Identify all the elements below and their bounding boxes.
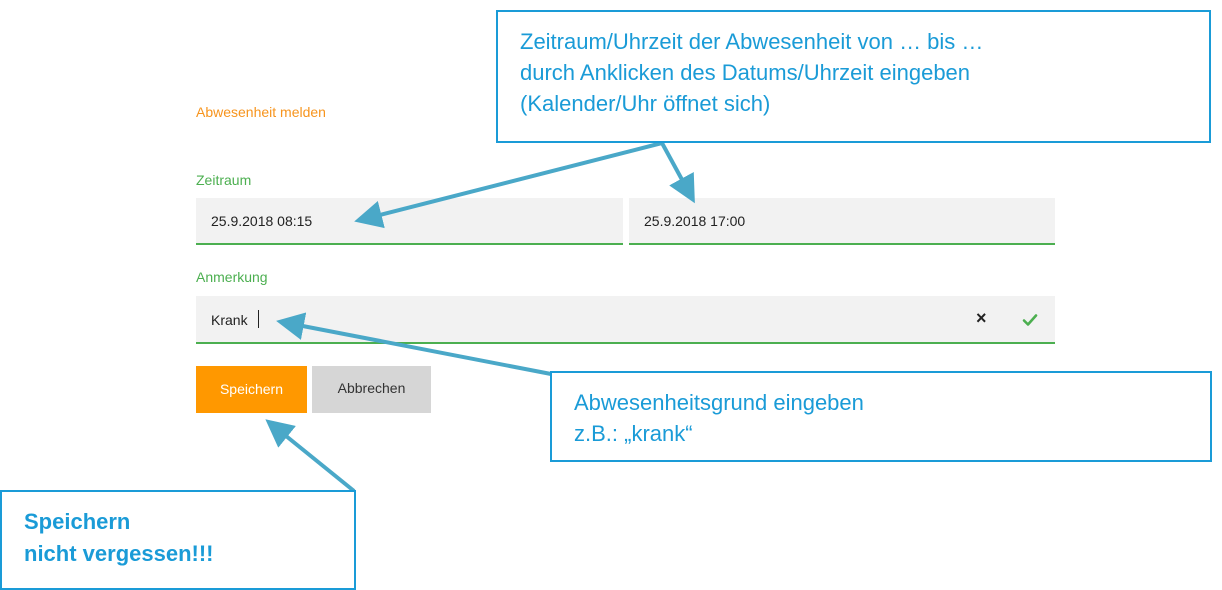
date-to-field[interactable]: 25.9.2018 17:00 (629, 198, 1055, 245)
date-from-value: 25.9.2018 08:15 (211, 213, 313, 229)
zeitraum-label: Zeitraum (196, 172, 252, 188)
anmerkung-label: Anmerkung (196, 269, 268, 285)
callout-text-line: z.B.: „krank“ (574, 421, 693, 446)
close-icon[interactable]: × (976, 308, 987, 329)
callout-date-instructions: Zeitraum/Uhrzeit der Abwesenheit von … b… (496, 10, 1211, 143)
callout-text-line: Zeitraum/Uhrzeit der Abwesenheit von … b… (520, 29, 984, 54)
checkmark-icon[interactable] (1022, 312, 1038, 328)
callout-text-line: durch Anklicken des Datums/Uhrzeit einge… (520, 60, 971, 85)
arrow-to-date-to (660, 142, 695, 204)
text-caret (258, 310, 259, 328)
cancel-button[interactable]: Abbrechen (312, 366, 431, 413)
form-title: Abwesenheit melden (196, 104, 326, 120)
arrow-to-save (265, 419, 356, 493)
callout-text-line: Abwesenheitsgrund eingeben (574, 390, 864, 415)
note-input[interactable]: Krank × (196, 296, 1055, 344)
save-button[interactable]: Speichern (196, 366, 307, 413)
callout-text-line: Speichern (24, 509, 131, 534)
date-from-field[interactable]: 25.9.2018 08:15 (196, 198, 623, 245)
callout-text-line: nicht vergessen!!! (24, 541, 214, 566)
note-value: Krank (211, 312, 248, 328)
callout-text-line: (Kalender/Uhr öffnet sich) (520, 91, 771, 116)
callout-save-reminder: Speichern nicht vergessen!!! (0, 490, 356, 590)
callout-reason-instructions: Abwesenheitsgrund eingeben z.B.: „krank“ (550, 371, 1212, 462)
date-to-value: 25.9.2018 17:00 (644, 213, 746, 229)
